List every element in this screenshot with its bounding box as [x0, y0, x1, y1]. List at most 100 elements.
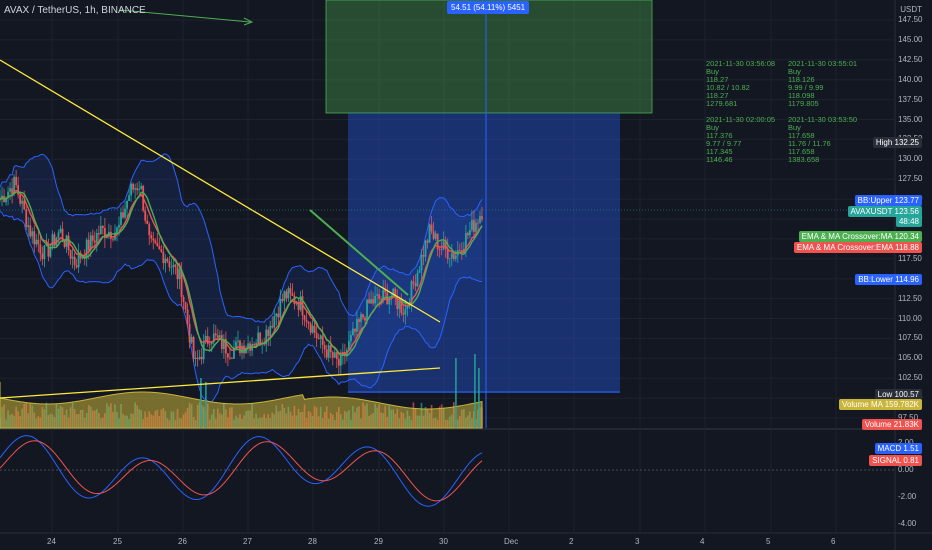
candle-body: [273, 316, 276, 328]
trade-label: 2021-11-30 03:56:08 Buy 118.27 10.82 / 1…: [706, 59, 776, 108]
candle-body: [226, 353, 229, 358]
candle-body: [323, 345, 326, 350]
candle-body: [140, 185, 143, 189]
candle-body: [120, 212, 122, 225]
volume-bar: [478, 368, 480, 428]
candle-body: [418, 270, 421, 273]
candle-body: [237, 340, 239, 342]
price-tick-label: 105.00: [898, 353, 923, 363]
candle-body: [192, 336, 195, 359]
candle-body: [366, 299, 368, 321]
candle-body: [313, 325, 316, 333]
volume-badge: Volume 21.83K: [861, 419, 922, 430]
time-tick-label: 3: [635, 537, 640, 546]
profit-zone: [325, 0, 653, 114]
candle-body: [277, 313, 280, 318]
candle-body: [378, 294, 381, 299]
macd-tick-label: 0.00: [898, 465, 914, 474]
candle-body: [31, 231, 34, 237]
candle-body: [91, 235, 94, 241]
candle-body: [9, 188, 11, 192]
volume-bar: [205, 382, 207, 428]
candle-body: [77, 252, 80, 268]
candle-body: [430, 224, 433, 232]
candle-body: [160, 249, 163, 252]
candle-body: [267, 329, 270, 336]
candle-body: [325, 349, 328, 358]
candle-body: [144, 210, 147, 221]
candle-body: [283, 291, 286, 301]
candle-body: [291, 293, 294, 296]
candle-body: [406, 306, 409, 309]
candle-body: [372, 299, 374, 304]
candle-body: [196, 357, 199, 359]
macd-tick-label: -2.00: [898, 492, 917, 501]
candle-body: [21, 200, 24, 204]
price-tick-label: 110.00: [898, 313, 922, 323]
candle-body: [158, 246, 161, 250]
candle-body: [37, 239, 40, 245]
candle-body: [101, 225, 104, 229]
candle-body: [416, 272, 419, 287]
candle-body: [315, 332, 318, 339]
candle-body: [386, 292, 389, 305]
candle-body: [200, 356, 203, 360]
candle-body: [231, 358, 233, 360]
price-tick-label: 145.00: [898, 34, 923, 44]
candle-body: [450, 253, 453, 259]
candle-body: [420, 255, 423, 271]
candle-body: [259, 332, 262, 344]
candle-body: [150, 235, 153, 239]
candle-body: [128, 195, 130, 201]
countdown-badge: 48:48: [895, 216, 922, 227]
macd-badge: MACD 1.51: [874, 443, 922, 454]
candle-body: [174, 264, 177, 267]
candle-body: [293, 295, 296, 305]
time-tick-label: 26: [178, 537, 187, 546]
candle-body: [321, 335, 324, 346]
candle-body: [331, 352, 334, 358]
candle-body: [368, 299, 370, 304]
candle-body: [214, 333, 217, 336]
volume-bar: [455, 358, 457, 428]
price-tick-label: 140.00: [898, 74, 923, 84]
time-tick-label: 28: [308, 537, 317, 546]
candle-body: [477, 222, 479, 224]
candle-body: [473, 220, 475, 232]
candle-body: [311, 325, 314, 333]
candle-body: [164, 258, 167, 264]
candle-body: [25, 209, 28, 227]
trade-label: 2021-11-30 03:53:50 Buy 117.658 11.76 / …: [788, 115, 858, 164]
candle-body: [85, 239, 88, 259]
candle-body: [352, 328, 354, 336]
candle-body: [448, 258, 451, 260]
candle-body: [329, 345, 332, 353]
candle-body: [404, 308, 407, 315]
time-tick-label: 27: [243, 537, 252, 546]
macd-tick-label: -4.00: [898, 519, 917, 528]
candle-body: [454, 255, 457, 259]
candle-body: [182, 296, 185, 302]
candle-body: [432, 231, 435, 239]
candle-body: [370, 299, 372, 304]
candle-body: [99, 225, 102, 235]
volume-bar: [474, 354, 476, 428]
candle-body: [170, 267, 173, 268]
candle-body: [206, 335, 209, 344]
time-tick-label: 5: [766, 537, 771, 546]
candle-body: [257, 332, 260, 344]
candle-body: [414, 283, 417, 287]
candle-body: [136, 188, 139, 190]
candle-body: [319, 335, 322, 339]
candle-body: [438, 249, 441, 251]
candle-body: [364, 317, 366, 321]
candle-body: [333, 352, 336, 358]
candle-body: [97, 233, 100, 235]
candle-body: [229, 357, 231, 359]
candle-body: [27, 225, 30, 227]
candle-body: [374, 295, 377, 304]
candle-body: [71, 256, 74, 259]
candle-body: [69, 250, 72, 259]
price-tick-label: 102.50: [898, 373, 923, 383]
candle-body: [124, 208, 126, 218]
